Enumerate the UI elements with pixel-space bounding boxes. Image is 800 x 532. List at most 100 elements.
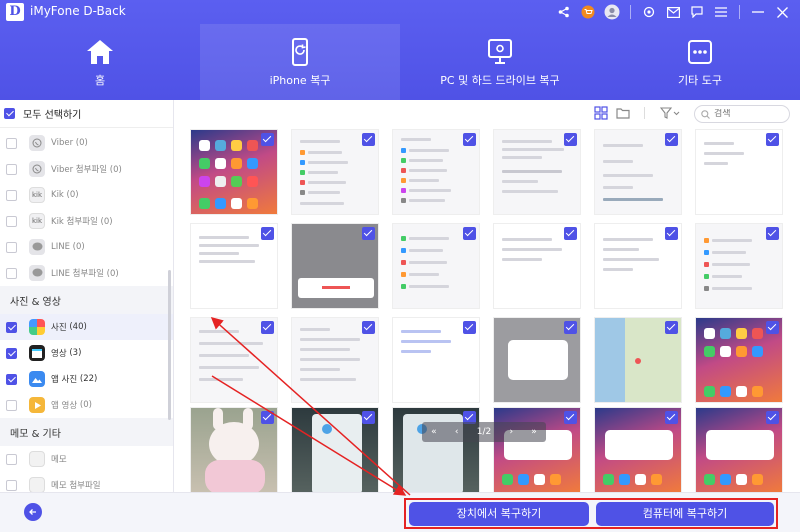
photo-checkbox[interactable] <box>766 227 779 240</box>
photo-thumbnail[interactable] <box>493 407 581 493</box>
photo-thumbnail[interactable] <box>190 129 278 215</box>
select-all-checkbox[interactable] <box>4 108 15 119</box>
filter-icon[interactable] <box>660 106 680 120</box>
checkbox[interactable] <box>6 163 17 175</box>
checkbox[interactable] <box>6 267 17 279</box>
photo-thumbnail[interactable] <box>190 407 278 493</box>
photo-checkbox[interactable] <box>766 321 779 334</box>
back-button[interactable] <box>24 503 42 521</box>
sidebar-scrollbar[interactable] <box>168 270 171 420</box>
photo-checkbox[interactable] <box>463 321 476 334</box>
photo-thumbnail[interactable] <box>594 129 682 215</box>
photo-checkbox[interactable] <box>261 227 274 240</box>
photo-thumbnail[interactable] <box>493 317 581 403</box>
select-all-label: 모두 선택하기 <box>23 110 82 121</box>
checkbox[interactable] <box>6 453 17 465</box>
photo-thumbnail[interactable] <box>392 317 480 403</box>
photo-thumbnail[interactable] <box>190 317 278 403</box>
close-icon[interactable] <box>770 2 794 22</box>
photo-thumbnail[interactable] <box>392 223 480 309</box>
photo-checkbox[interactable] <box>766 411 779 424</box>
prev-page-button[interactable]: ‹ <box>455 427 459 437</box>
photo-thumbnail[interactable] <box>695 407 783 493</box>
cart-icon[interactable] <box>576 2 600 22</box>
settings-icon[interactable] <box>637 2 661 22</box>
account-icon[interactable] <box>600 2 624 22</box>
photo-checkbox[interactable] <box>665 321 678 334</box>
last-page-button[interactable]: » <box>531 427 537 437</box>
photo-checkbox[interactable] <box>665 411 678 424</box>
photo-checkbox[interactable] <box>564 411 577 424</box>
minimize-icon[interactable] <box>746 2 770 22</box>
photo-checkbox[interactable] <box>564 133 577 146</box>
share-icon[interactable] <box>552 2 576 22</box>
sidebar-item-app-video[interactable]: 앱 영상 (0) <box>0 392 173 418</box>
sidebar-item-kik[interactable]: kik Kik (0) <box>0 182 173 208</box>
photo-checkbox[interactable] <box>665 133 678 146</box>
tab-home[interactable]: 홈 <box>0 24 200 100</box>
photo-checkbox[interactable] <box>766 133 779 146</box>
photo-thumbnail[interactable] <box>493 223 581 309</box>
checkbox[interactable] <box>6 373 17 385</box>
recover-to-device-button[interactable]: 장치에서 복구하기 <box>409 502 589 526</box>
sidebar-item-photos[interactable]: 사진 (40) <box>0 314 173 340</box>
photo-thumbnail[interactable] <box>594 317 682 403</box>
photo-checkbox[interactable] <box>362 411 375 424</box>
checkbox[interactable] <box>6 137 17 149</box>
grid-view-icon[interactable] <box>594 106 608 120</box>
next-page-button[interactable]: › <box>509 427 513 437</box>
photo-thumbnail[interactable] <box>493 129 581 215</box>
chat-icon[interactable] <box>685 2 709 22</box>
checkbox[interactable] <box>6 189 17 201</box>
sidebar-item-line-attachment[interactable]: LINE 첨부파일 (0) <box>0 260 173 286</box>
photo-checkbox[interactable] <box>564 227 577 240</box>
mail-icon[interactable] <box>661 2 685 22</box>
sidebar-item-memo-attachment[interactable]: 메모 첨부파일 <box>0 472 173 492</box>
checkbox[interactable] <box>6 241 17 253</box>
checkbox[interactable] <box>6 399 17 411</box>
photo-thumbnail[interactable] <box>594 223 682 309</box>
checkbox[interactable] <box>6 347 17 359</box>
tab-iphone-recover[interactable]: iPhone 복구 <box>200 24 400 100</box>
photo-thumbnail[interactable] <box>291 407 379 493</box>
photo-thumbnail[interactable] <box>291 223 379 309</box>
select-all-row[interactable]: 모두 선택하기 <box>0 100 173 128</box>
checkbox[interactable] <box>6 215 17 227</box>
photo-thumbnail[interactable] <box>594 407 682 493</box>
checkbox[interactable] <box>6 321 17 333</box>
sidebar-item-viber[interactable]: Viber (0) <box>0 130 173 156</box>
photo-thumbnail[interactable] <box>695 129 783 215</box>
photo-checkbox[interactable] <box>564 321 577 334</box>
first-page-button[interactable]: « <box>431 427 437 437</box>
photo-thumbnail[interactable] <box>392 129 480 215</box>
sidebar-item-line[interactable]: LINE (0) <box>0 234 173 260</box>
search-input[interactable] <box>714 109 774 119</box>
photo-checkbox[interactable] <box>665 227 678 240</box>
photo-checkbox[interactable] <box>261 411 274 424</box>
folder-view-icon[interactable] <box>616 106 630 120</box>
menu-icon[interactable] <box>709 2 733 22</box>
tab-pc-drive[interactable]: PC 및 하드 드라이브 복구 <box>400 24 600 100</box>
photo-thumbnail[interactable] <box>291 317 379 403</box>
sidebar-item-app-photos[interactable]: 앱 사진 (22) <box>0 366 173 392</box>
photo-checkbox[interactable] <box>463 133 476 146</box>
checkbox[interactable] <box>6 479 17 491</box>
photo-checkbox[interactable] <box>362 133 375 146</box>
photo-checkbox[interactable] <box>463 227 476 240</box>
photo-checkbox[interactable] <box>362 227 375 240</box>
sidebar-item-kik-attachment[interactable]: kik Kik 첨부파일 (0) <box>0 208 173 234</box>
recover-to-computer-button[interactable]: 컴퓨터에 복구하기 <box>596 502 774 526</box>
search-box[interactable] <box>694 105 790 123</box>
photo-thumbnail[interactable] <box>190 223 278 309</box>
photo-checkbox[interactable] <box>261 133 274 146</box>
photo-thumbnail[interactable] <box>291 129 379 215</box>
sidebar-item-viber-attachment[interactable]: Viber 첨부파일 (0) <box>0 156 173 182</box>
photo-checkbox[interactable] <box>261 321 274 334</box>
photo-thumbnail[interactable] <box>392 407 480 493</box>
sidebar-item-video[interactable]: 영상 (3) <box>0 340 173 366</box>
photo-checkbox[interactable] <box>362 321 375 334</box>
photo-thumbnail[interactable] <box>695 317 783 403</box>
photo-thumbnail[interactable] <box>695 223 783 309</box>
sidebar-item-memo[interactable]: 메모 <box>0 446 173 472</box>
tab-more-tools[interactable]: 기타 도구 <box>600 24 800 100</box>
